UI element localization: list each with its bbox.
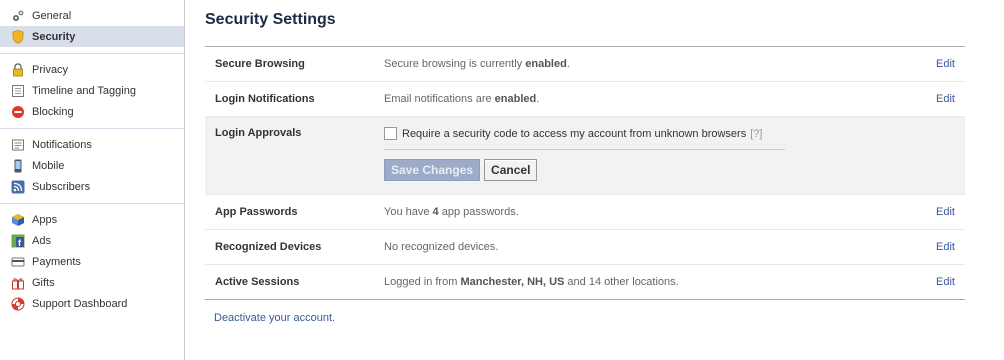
edit-link[interactable]: Edit xyxy=(925,58,965,70)
lock-icon xyxy=(11,62,25,77)
sidebar-item-timeline-and-tagging[interactable]: Timeline and Tagging xyxy=(0,80,184,101)
setting-row-secure-browsing: Secure Browsing Secure browsing is curre… xyxy=(205,47,965,82)
sidebar-item-label: Security xyxy=(32,30,76,43)
sidebar-item-label: Mobile xyxy=(32,159,65,172)
lifebuoy-icon xyxy=(11,297,25,311)
payments-icon xyxy=(11,255,25,269)
security-code-option: Require a security code to access my acc… xyxy=(384,127,785,150)
apps-icon xyxy=(11,213,25,227)
sidebar-item-label: Notifications xyxy=(32,138,92,151)
sidebar-item-mobile[interactable]: Mobile xyxy=(0,155,184,176)
setting-row-login-notifications: Login Notifications Email notifications … xyxy=(205,82,965,117)
setting-label: Recognized Devices xyxy=(215,241,322,253)
help-link[interactable]: [?] xyxy=(750,128,762,140)
rss-icon xyxy=(11,180,25,194)
sidebar-item-blocking[interactable]: Blocking xyxy=(0,101,184,122)
sidebar-item-label: Ads xyxy=(32,234,51,247)
page-title: Security Settings xyxy=(205,10,965,47)
sidebar-group-account: General Security xyxy=(0,0,184,54)
ads-icon: f xyxy=(11,234,25,248)
description-value: enabled xyxy=(525,58,567,70)
setting-label: Active Sessions xyxy=(215,276,300,288)
setting-description: You have 4 app passwords. xyxy=(384,206,925,218)
gift-icon xyxy=(11,276,25,290)
deactivate-account-link[interactable]: Deactivate your account. xyxy=(205,312,335,324)
sidebar-item-label: Privacy xyxy=(32,63,69,76)
checkbox-label[interactable]: Require a security code to access my acc… xyxy=(402,128,746,140)
description-text: Email notifications are xyxy=(384,93,495,105)
setting-description: No recognized devices. xyxy=(384,241,499,253)
description-text: . xyxy=(566,58,570,70)
sidebar-item-privacy[interactable]: Privacy xyxy=(0,59,184,80)
blocking-icon xyxy=(11,105,25,119)
description-text: You have xyxy=(384,206,433,218)
save-changes-button[interactable]: Save Changes xyxy=(384,159,481,181)
setting-label: App Passwords xyxy=(215,206,298,218)
sidebar-item-notifications[interactable]: Notifications xyxy=(0,134,184,155)
mobile-icon xyxy=(11,159,25,173)
setting-label: Secure Browsing xyxy=(215,58,305,70)
description-value: enabled xyxy=(494,93,537,105)
setting-row-app-passwords: App Passwords You have 4 app passwords. … xyxy=(205,195,965,230)
sidebar-item-label: General xyxy=(32,9,72,22)
sidebar-group-apps: Apps f Ads Payments Gifts Support Dashbo… xyxy=(0,204,184,320)
setting-row-recognized-devices: Recognized Devices No recognized devices… xyxy=(205,230,965,265)
form-actions: Save Changes Cancel xyxy=(384,159,965,181)
setting-label: Login Approvals xyxy=(215,127,302,139)
setting-description: Secure browsing is currently enabled. xyxy=(384,58,925,70)
cancel-button[interactable]: Cancel xyxy=(484,159,538,181)
sidebar-item-payments[interactable]: Payments xyxy=(0,251,184,272)
settings-sidebar: General Security Privacy Timeline and Ta… xyxy=(0,0,185,360)
gears-icon xyxy=(11,9,25,23)
sidebar-item-apps[interactable]: Apps xyxy=(0,209,184,230)
sidebar-item-label: Payments xyxy=(32,255,81,268)
edit-link[interactable]: Edit xyxy=(925,276,965,288)
sidebar-item-label: Gifts xyxy=(32,276,55,289)
sidebar-item-security[interactable]: Security xyxy=(0,26,184,47)
security-code-checkbox[interactable] xyxy=(384,127,397,140)
edit-link[interactable]: Edit xyxy=(925,206,965,218)
description-text: app passwords. xyxy=(438,206,519,218)
sidebar-item-label: Support Dashboard xyxy=(32,297,128,310)
description-text: Logged in from xyxy=(384,276,461,288)
sidebar-group-privacy: Privacy Timeline and Tagging Blocking xyxy=(0,54,184,129)
sidebar-item-label: Blocking xyxy=(32,105,74,118)
setting-row-login-approvals: Login Approvals Require a security code … xyxy=(205,117,965,195)
setting-row-active-sessions: Active Sessions Logged in from Mancheste… xyxy=(205,265,965,300)
shield-icon xyxy=(11,29,25,44)
security-settings-panel: Security Settings Secure Browsing Secure… xyxy=(205,0,965,324)
sidebar-item-general[interactable]: General xyxy=(0,5,184,26)
description-text: Secure browsing is currently xyxy=(384,58,526,70)
login-approvals-editor: Require a security code to access my acc… xyxy=(384,127,965,181)
sidebar-item-gifts[interactable]: Gifts xyxy=(0,272,184,293)
sidebar-item-label: Timeline and Tagging xyxy=(32,84,136,97)
setting-description: Email notifications are enabled. xyxy=(384,93,925,105)
description-value: Manchester, NH, US xyxy=(460,276,565,288)
setting-description: Logged in from Manchester, NH, US and 14… xyxy=(384,276,925,288)
description-text: and 14 other locations. xyxy=(564,276,679,288)
notifications-icon xyxy=(11,138,25,152)
setting-label: Login Notifications xyxy=(215,93,315,105)
timeline-icon xyxy=(11,84,25,98)
sidebar-group-notifications: Notifications Mobile Subscribers xyxy=(0,129,184,204)
sidebar-item-subscribers[interactable]: Subscribers xyxy=(0,176,184,197)
description-text: . xyxy=(536,93,540,105)
sidebar-item-label: Apps xyxy=(32,213,58,226)
sidebar-item-label: Subscribers xyxy=(32,180,91,193)
sidebar-item-support-dashboard[interactable]: Support Dashboard xyxy=(0,293,184,314)
sidebar-item-ads[interactable]: f Ads xyxy=(0,230,184,251)
edit-link[interactable]: Edit xyxy=(925,241,965,253)
edit-link[interactable]: Edit xyxy=(925,93,965,105)
